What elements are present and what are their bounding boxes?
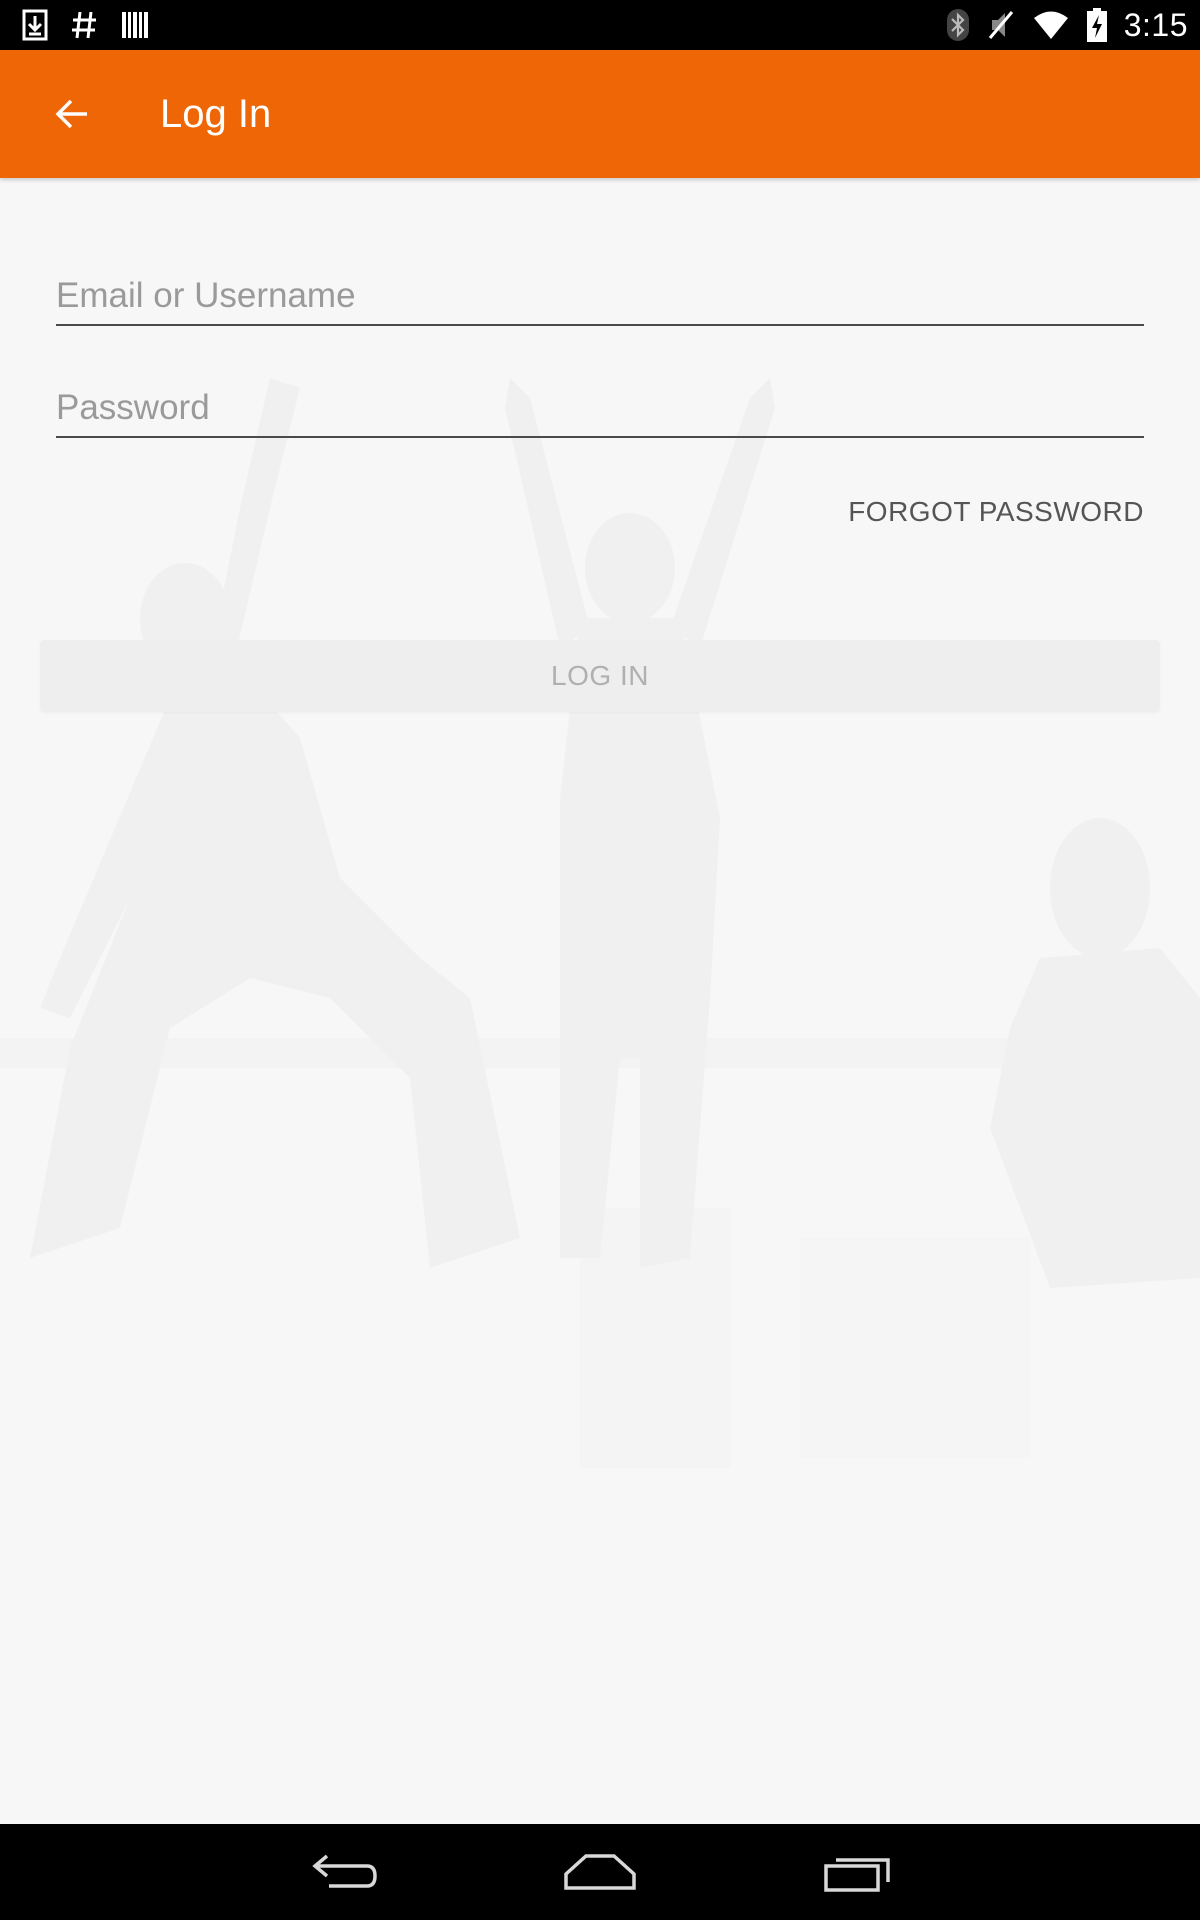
hash-icon [70,9,98,41]
nav-home-button[interactable] [550,1838,650,1906]
login-button[interactable]: LOG IN [40,640,1160,712]
battery-charging-icon [1086,7,1108,43]
vibrate-mute-icon [986,8,1016,42]
back-icon [307,1852,379,1892]
page-title: Log In [160,92,272,136]
back-button[interactable] [40,82,104,146]
home-icon [562,1852,638,1892]
recents-icon [822,1852,894,1892]
arrow-back-icon [54,98,90,130]
forgot-password-link[interactable]: FORGOT PASSWORD [848,496,1144,528]
password-field[interactable] [56,356,1144,438]
status-bar: 3:15 [0,0,1200,50]
download-icon [22,9,48,41]
navigation-bar [0,1824,1200,1920]
wifi-icon [1032,9,1070,41]
bluetooth-icon [946,8,970,42]
status-time: 3:15 [1123,6,1188,43]
email-input[interactable] [56,276,1144,316]
barcode-icon [120,9,150,41]
nav-recents-button[interactable] [808,1838,908,1906]
nav-back-button[interactable] [293,1838,393,1906]
email-field[interactable] [56,244,1144,326]
password-input[interactable] [56,388,1144,428]
app-bar: Log In [0,50,1200,178]
